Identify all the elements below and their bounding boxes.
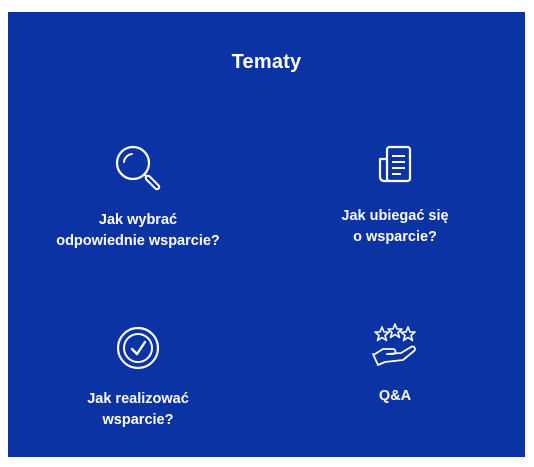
magnifier-icon xyxy=(115,145,161,191)
topics-panel: Tematy Jak wybrać odpowiednie wsparcie? … xyxy=(8,12,525,457)
topic-apply-support[interactable]: Jak ubiegać się o wsparcie? xyxy=(270,139,520,248)
clock-check-icon xyxy=(116,326,160,370)
panel-title: Tematy xyxy=(231,51,302,73)
document-icon xyxy=(378,145,412,183)
topic-label: Jak ubiegać się o wsparcie? xyxy=(341,208,449,245)
topic-implement-support[interactable]: Jak realizować wsparcie? xyxy=(13,319,263,431)
topic-label: Q&A xyxy=(378,388,412,404)
topic-choose-support[interactable]: Jak wybrać odpowiednie wsparcie? xyxy=(13,140,263,252)
topic-label: Jak realizować wsparcie? xyxy=(87,391,189,428)
stars-hand-icon xyxy=(372,323,416,366)
topic-qa[interactable]: Q&A xyxy=(270,319,520,407)
topic-label: Jak wybrać odpowiednie wsparcie? xyxy=(56,212,220,249)
